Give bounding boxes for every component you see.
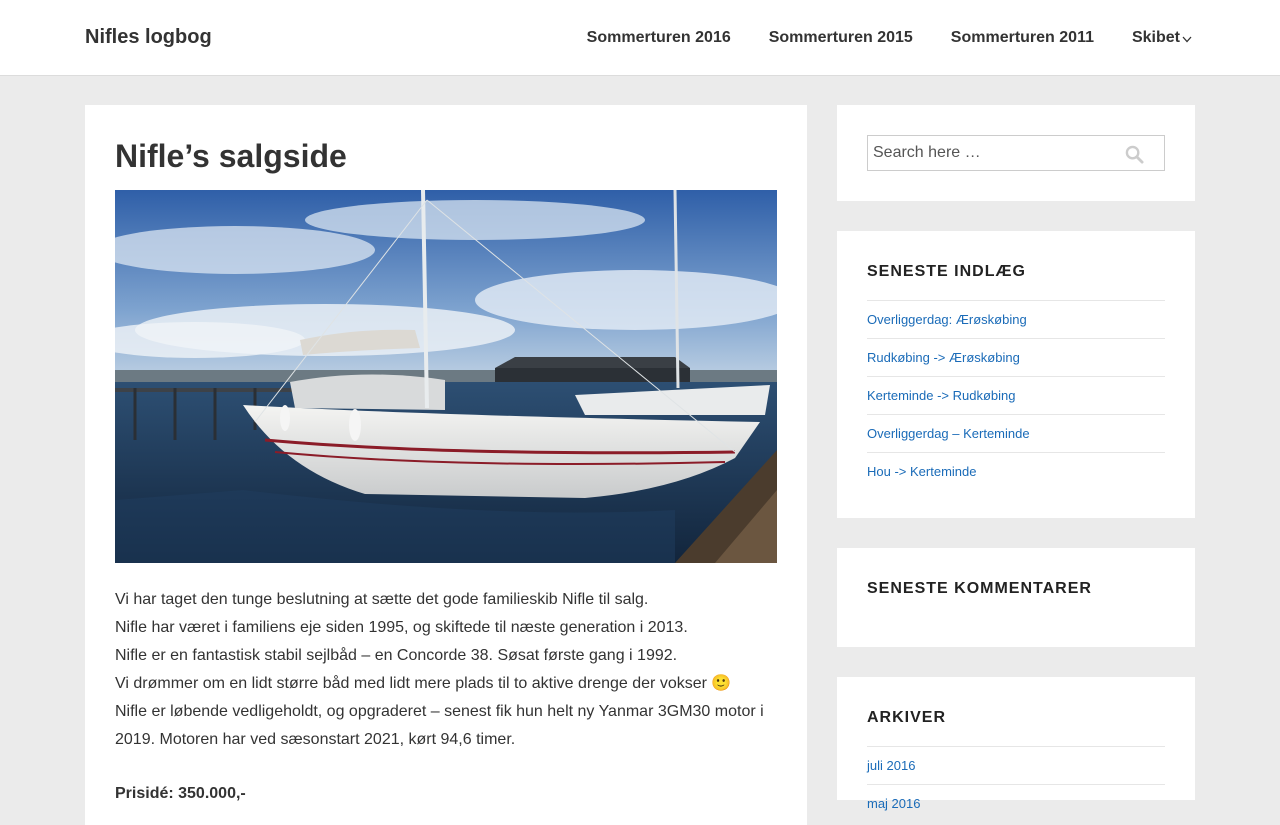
nav-item-sommerturen-2016[interactable]: Sommerturen 2016: [587, 29, 731, 47]
chevron-down-icon: [1182, 36, 1192, 42]
post-photo: [115, 190, 777, 563]
archives-title: ARKIVER: [867, 709, 947, 726]
recent-post-link[interactable]: Kerteminde -> Rudkøbing: [867, 388, 1016, 403]
list-item: juli 2016: [867, 746, 1165, 784]
list-item: Overliggerdag: Ærøskøbing: [867, 300, 1165, 338]
list-item: Kerteminde -> Rudkøbing: [867, 376, 1165, 414]
search-icon: [1125, 145, 1144, 164]
recent-comments-title: SENESTE KOMMENTARER: [867, 580, 1092, 597]
post-content: Vi har taget den tunge beslutning at sæt…: [115, 586, 777, 754]
list-item: maj 2016: [867, 784, 1165, 822]
recent-post-link[interactable]: Hou -> Kerteminde: [867, 464, 976, 479]
recent-posts-widget: SENESTE INDLÆG Overliggerdag: Ærøskøbing…: [837, 231, 1195, 518]
recent-post-link[interactable]: Rudkøbing -> Ærøskøbing: [867, 350, 1020, 365]
nav-item-skibet-label: Skibet: [1131, 29, 1180, 46]
site-title-link[interactable]: Nifles logbog: [85, 26, 212, 49]
post-title: Nifle’s salgside: [115, 138, 347, 174]
search-input[interactable]: [868, 136, 1108, 170]
archives-widget: ARKIVER juli 2016 maj 2016: [837, 677, 1195, 811]
nav-item-sommerturen-2015[interactable]: Sommerturen 2015: [769, 29, 913, 47]
main-nav: Sommerturen 2016 Sommerturen 2015 Sommer…: [549, 29, 1192, 47]
post-paragraph: Vi har taget den tunge beslutning at sæt…: [115, 591, 649, 608]
post-paragraph: Nifle har været i familiens eje siden 19…: [115, 619, 688, 636]
post-paragraph: Vi drømmer om en lidt større båd med lid…: [115, 675, 732, 692]
post-article: Nifle’s salgside Vi har taget den tunge …: [85, 105, 807, 825]
list-item: Overliggerdag – Kerteminde: [867, 414, 1165, 452]
search-box: [867, 135, 1165, 171]
post-paragraph: Nifle er løbende vedligeholdt, og opgrad…: [115, 703, 764, 748]
site-header: Nifles logbog Sommerturen 2016 Sommertur…: [0, 0, 1280, 76]
list-item: Rudkøbing -> Ærøskøbing: [867, 338, 1165, 376]
post-paragraph: Nifle er en fantastisk stabil sejlbåd – …: [115, 647, 678, 664]
recent-post-link[interactable]: Overliggerdag – Kerteminde: [867, 426, 1030, 441]
sailboat-harbor-image: [115, 190, 777, 563]
price-text: Prisidé: 350.000,-: [115, 785, 246, 802]
archives-list: juli 2016 maj 2016: [867, 746, 1165, 822]
search-button[interactable]: [1125, 145, 1144, 169]
list-item: Hou -> Kerteminde: [867, 452, 1165, 490]
recent-comments-widget: SENESTE KOMMENTARER: [837, 548, 1195, 647]
recent-posts-list: Overliggerdag: Ærøskøbing Rudkøbing -> Æ…: [867, 300, 1165, 490]
search-widget: [837, 105, 1195, 201]
recent-post-link[interactable]: Overliggerdag: Ærøskøbing: [867, 312, 1027, 327]
archive-link[interactable]: maj 2016: [867, 796, 920, 811]
archive-link[interactable]: juli 2016: [867, 758, 915, 773]
nav-item-sommerturen-2011[interactable]: Sommerturen 2011: [951, 29, 1094, 47]
nav-item-skibet[interactable]: Skibet: [1132, 29, 1192, 47]
recent-posts-title: SENESTE INDLÆG: [867, 263, 1026, 280]
